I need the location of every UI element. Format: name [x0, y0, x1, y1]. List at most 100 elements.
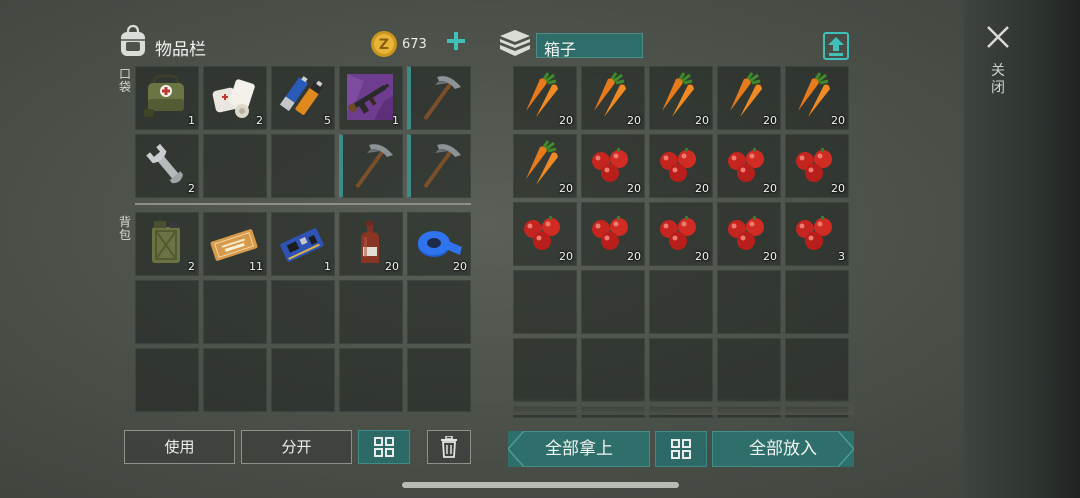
- coin-icon: Z: [371, 31, 397, 57]
- berries-icon: [796, 216, 832, 250]
- inventory-slot[interactable]: [271, 134, 335, 198]
- box-slot[interactable]: 3: [785, 202, 849, 266]
- box-scroll-fade: [510, 397, 854, 415]
- inventory-slot[interactable]: [203, 348, 267, 412]
- box-slot[interactable]: 20: [581, 202, 645, 266]
- plus-icon: [447, 32, 465, 50]
- home-indicator[interactable]: [402, 482, 679, 488]
- inventory-slot[interactable]: 1: [135, 66, 199, 130]
- inventory-slot[interactable]: [271, 280, 335, 344]
- grid-icon: [374, 437, 394, 457]
- inventory-slot[interactable]: 11: [203, 212, 267, 276]
- box-slot[interactable]: [649, 338, 713, 402]
- inventory-slot[interactable]: [407, 348, 471, 412]
- right-side-panel: [964, 0, 1080, 498]
- box-slot[interactable]: 20: [785, 134, 849, 198]
- item-quantity: 20: [695, 182, 709, 195]
- box-slot[interactable]: 20: [649, 202, 713, 266]
- use-button[interactable]: 使用: [124, 430, 235, 464]
- inventory-slot[interactable]: 20: [407, 212, 471, 276]
- item-quantity: 20: [763, 114, 777, 127]
- inventory-slot[interactable]: [339, 348, 403, 412]
- item-quantity: 5: [324, 114, 331, 127]
- inventory-slot[interactable]: [407, 280, 471, 344]
- box-slot[interactable]: 20: [513, 66, 577, 130]
- close-icon[interactable]: [985, 24, 1011, 50]
- item-quantity: 20: [763, 182, 777, 195]
- box-slot[interactable]: [717, 338, 781, 402]
- inventory-slot[interactable]: 5: [271, 66, 335, 130]
- box-slot[interactable]: 20: [717, 202, 781, 266]
- item-quantity: 20: [627, 114, 641, 127]
- box-slot[interactable]: 20: [717, 66, 781, 130]
- box-slot[interactable]: 20: [513, 134, 577, 198]
- put-all-label: 全部放入: [749, 439, 817, 459]
- circuit-board-icon: [280, 228, 324, 262]
- close-label[interactable]: 关闭: [988, 63, 1008, 97]
- inventory-slot[interactable]: 1: [339, 66, 403, 130]
- inventory-slot[interactable]: [203, 134, 267, 198]
- box-slot[interactable]: [581, 270, 645, 334]
- trash-icon: [441, 436, 457, 458]
- split-button[interactable]: 分开: [241, 430, 352, 464]
- box-slot[interactable]: 20: [717, 134, 781, 198]
- backpack-label: 背包: [118, 215, 131, 242]
- box-slot[interactable]: [513, 270, 577, 334]
- inventory-slot[interactable]: [407, 134, 471, 198]
- sort-box-button[interactable]: [655, 431, 707, 467]
- box-slot[interactable]: [717, 270, 781, 334]
- item-quantity: 1: [188, 114, 195, 127]
- inventory-slot[interactable]: [135, 348, 199, 412]
- item-quantity: 1: [324, 260, 331, 273]
- item-quantity: 20: [453, 260, 467, 273]
- grid-icon: [671, 439, 691, 459]
- box-slot[interactable]: 20: [581, 134, 645, 198]
- pickaxe-icon: [423, 76, 461, 121]
- coin-count: 673: [402, 37, 427, 52]
- take-all-button[interactable]: 全部拿上: [508, 431, 650, 467]
- inventory-slot[interactable]: [407, 66, 471, 130]
- box-slot[interactable]: 20: [581, 66, 645, 130]
- take-all-label: 全部拿上: [545, 439, 613, 459]
- item-quantity: 20: [627, 250, 641, 263]
- item-quantity: 20: [627, 182, 641, 195]
- box-slot[interactable]: 20: [649, 66, 713, 130]
- jerrycan-icon: [152, 221, 180, 263]
- item-quantity: 20: [559, 182, 573, 195]
- item-quantity: 2: [188, 182, 195, 195]
- inventory-slot[interactable]: 20: [339, 212, 403, 276]
- box-slot[interactable]: 20: [513, 202, 577, 266]
- bandage-icon: [212, 79, 255, 118]
- trash-button[interactable]: [427, 430, 471, 464]
- item-quantity: 20: [385, 260, 399, 273]
- inventory-slot[interactable]: [135, 280, 199, 344]
- box-slot[interactable]: [785, 270, 849, 334]
- put-all-button[interactable]: 全部放入: [712, 431, 854, 467]
- add-coins-button[interactable]: [446, 31, 466, 55]
- inventory-slot[interactable]: [271, 348, 335, 412]
- pickaxe-icon: [423, 144, 461, 189]
- inventory-title: 物品栏: [155, 40, 206, 60]
- inventory-slot[interactable]: 2: [135, 212, 199, 276]
- upload-icon[interactable]: [823, 32, 849, 60]
- box-slot[interactable]: [513, 338, 577, 402]
- inventory-slot[interactable]: [203, 280, 267, 344]
- box-slot[interactable]: [581, 338, 645, 402]
- section-divider: [135, 203, 471, 205]
- box-name-field[interactable]: 箱子: [536, 33, 643, 59]
- item-quantity: 20: [559, 114, 573, 127]
- inventory-slot[interactable]: 1: [271, 212, 335, 276]
- inventory-slot[interactable]: 2: [203, 66, 267, 130]
- box-slot[interactable]: 20: [649, 134, 713, 198]
- box-slot[interactable]: [785, 338, 849, 402]
- item-quantity: 3: [838, 250, 845, 263]
- inventory-slot[interactable]: [339, 280, 403, 344]
- sort-inventory-button[interactable]: [358, 430, 410, 464]
- batteries-icon: [279, 76, 324, 115]
- box-slot[interactable]: [649, 270, 713, 334]
- box-slot[interactable]: 20: [785, 66, 849, 130]
- inventory-slot[interactable]: [339, 134, 403, 198]
- inventory-slot[interactable]: 2: [135, 134, 199, 198]
- box-icon: [500, 30, 530, 56]
- svg-text:Z: Z: [379, 37, 389, 53]
